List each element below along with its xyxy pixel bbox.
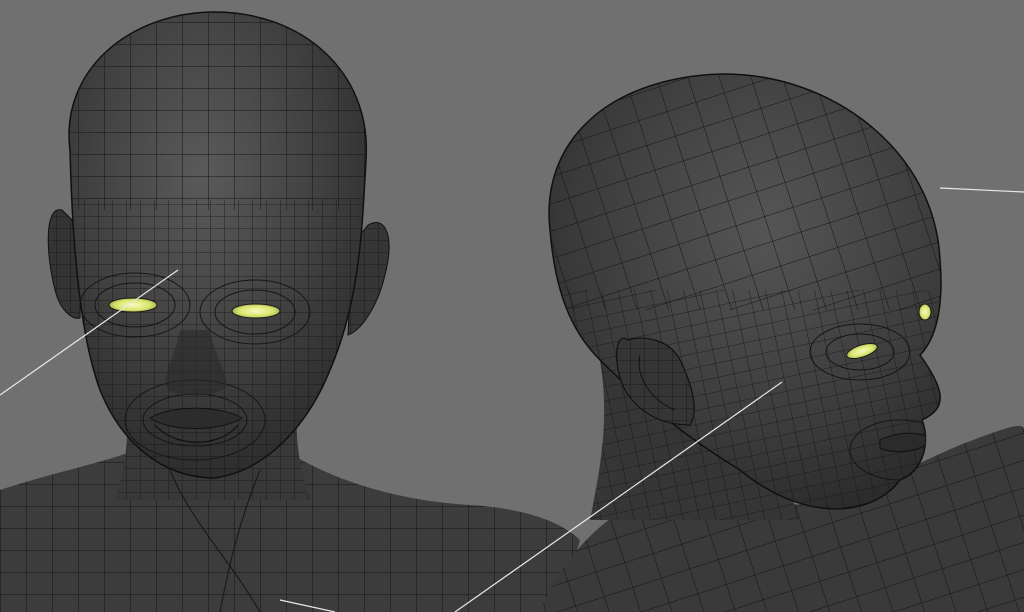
front-right-eye[interactable]: [231, 303, 281, 319]
viewport-canvas[interactable]: [0, 0, 1024, 612]
3d-viewport[interactable]: [0, 0, 1024, 612]
front-left-eye[interactable]: [108, 297, 158, 313]
side-far-eye[interactable]: [918, 303, 932, 321]
